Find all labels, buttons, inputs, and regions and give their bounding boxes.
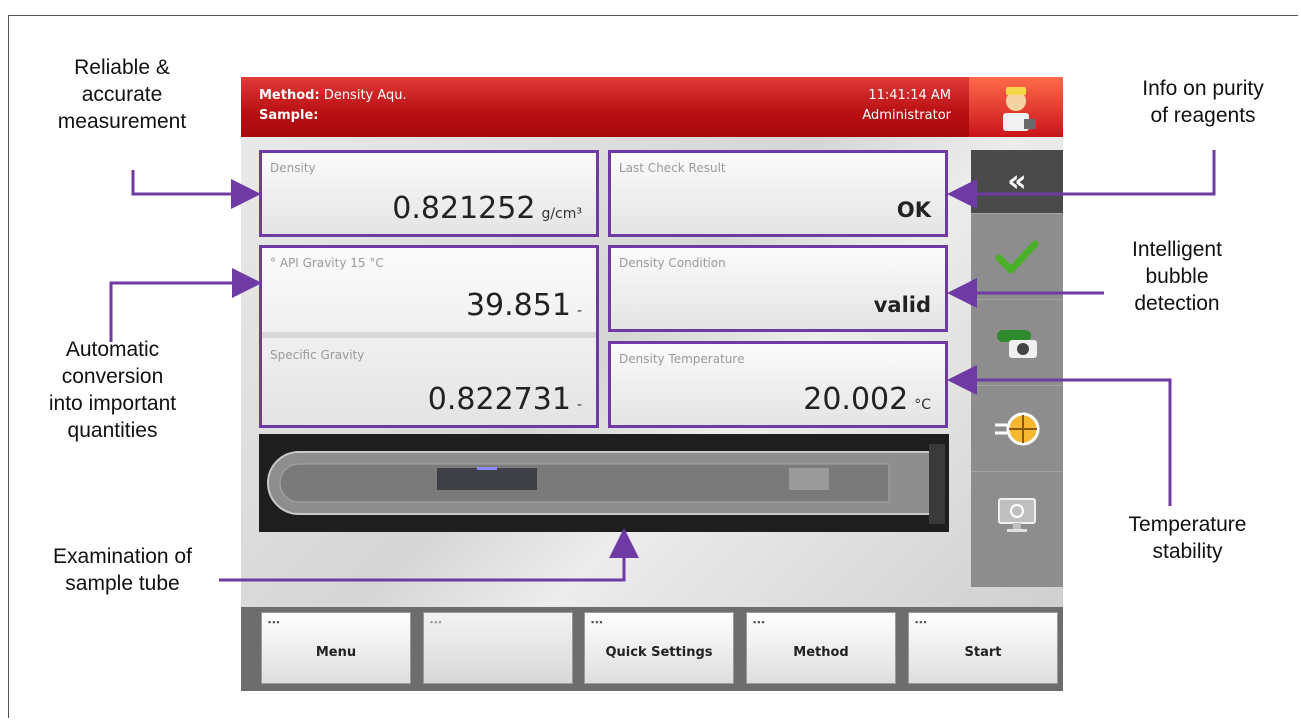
arrow-purity bbox=[947, 150, 1216, 209]
arrow-tube bbox=[219, 528, 639, 582]
annotation-arrows bbox=[109, 150, 1216, 582]
arrow-reliable bbox=[131, 170, 261, 209]
arrow-conversion bbox=[109, 268, 262, 342]
arrow-temperature bbox=[947, 365, 1172, 506]
